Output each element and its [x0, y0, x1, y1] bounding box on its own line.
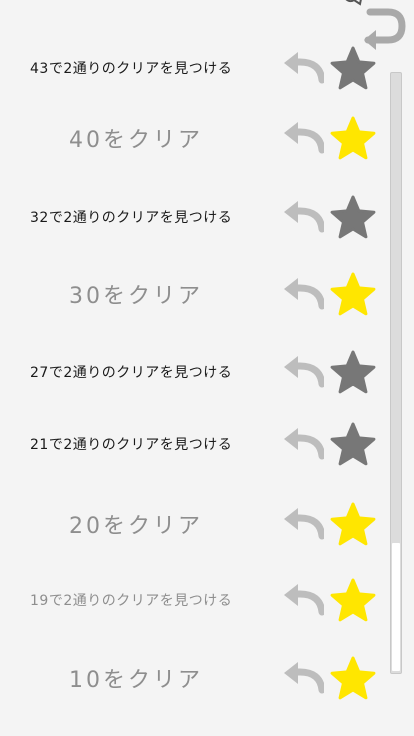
undo-icon[interactable]	[282, 201, 324, 233]
achievement-label: 32で2通りのクリアを見つける	[30, 210, 233, 226]
star-unearned-icon	[330, 422, 376, 466]
undo-icon[interactable]	[282, 122, 324, 154]
achievement-label: 19で2通りのクリアを見つける	[30, 593, 233, 609]
achievement-label: 21で2通りのクリアを見つける	[30, 437, 233, 453]
star-earned-icon	[330, 116, 376, 160]
star-earned-icon	[330, 656, 376, 700]
undo-icon[interactable]	[282, 584, 324, 616]
achievement-label: 10をクリア	[69, 668, 203, 693]
star-unearned-icon	[330, 350, 376, 394]
undo-icon[interactable]	[282, 278, 324, 310]
achievement-label: 43で2通りのクリアを見つける	[30, 61, 233, 77]
undo-icon[interactable]	[282, 508, 324, 540]
achievement-row: 27で2通りのクリアを見つける	[0, 342, 390, 402]
undo-icon[interactable]	[282, 662, 324, 694]
scrollbar[interactable]	[390, 72, 402, 674]
undo-icon[interactable]	[282, 428, 324, 460]
star-unearned-icon	[330, 195, 376, 239]
achievement-row: 21で2通りのクリアを見つける	[0, 414, 390, 474]
star-earned-icon	[330, 272, 376, 316]
achievement-list: 43で2通りのクリアを見つける 40をクリア 32で2通りのクリアを見つける 30をク…	[0, 0, 390, 736]
achievement-row: 43で2通りのクリアを見つける	[0, 38, 390, 98]
achievement-row: 30をクリア	[0, 264, 390, 324]
achievement-label: 20をクリア	[69, 514, 203, 539]
star-earned-icon	[330, 502, 376, 546]
achievement-row: 32で2通りのクリアを見つける	[0, 187, 390, 247]
achievement-label: 30をクリア	[69, 284, 203, 309]
achievement-row: 40をクリア	[0, 108, 390, 168]
achievement-label: 27で2通りのクリアを見つける	[30, 365, 233, 381]
achievement-row: 10をクリア	[0, 648, 390, 708]
achievement-row: 19で2通りのクリアを見つける	[0, 570, 390, 630]
star-earned-icon	[330, 578, 376, 622]
achievements-screen: 43で2通りのクリアを見つける 40をクリア 32で2通りのクリアを見つける 30をク…	[0, 0, 414, 736]
achievement-row: 20をクリア	[0, 494, 390, 554]
star-unearned-icon	[330, 46, 376, 90]
undo-icon[interactable]	[282, 52, 324, 84]
achievement-label: 40をクリア	[69, 128, 203, 153]
scrollbar-thumb[interactable]	[392, 543, 400, 671]
undo-icon[interactable]	[282, 356, 324, 388]
